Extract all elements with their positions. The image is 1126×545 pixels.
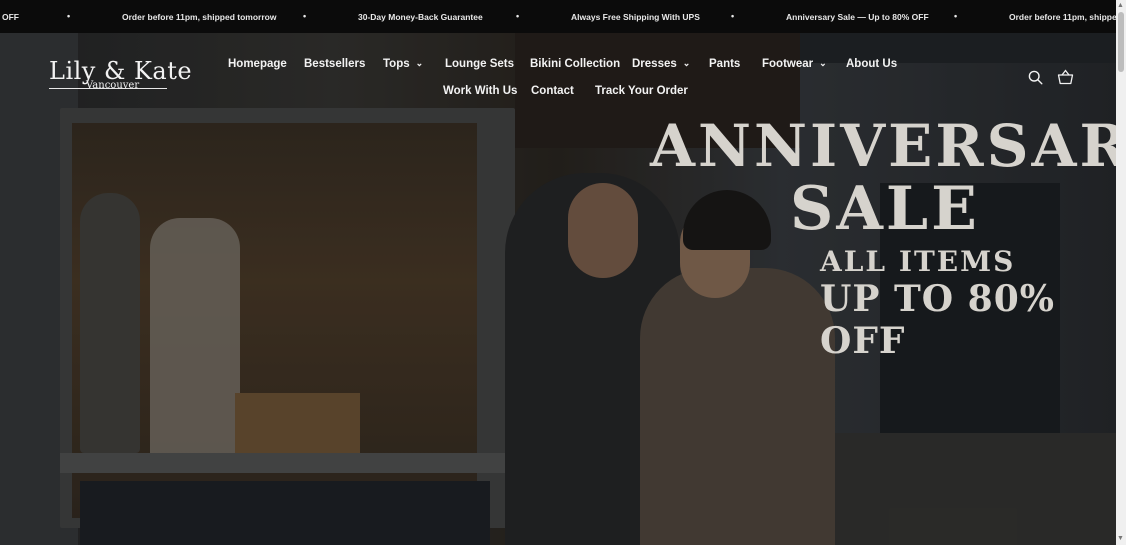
scrollbar-thumb[interactable] — [1118, 12, 1124, 72]
chevron-down-icon: ⌄ — [415, 58, 424, 68]
brand-location: Vancouver — [86, 80, 140, 91]
announcement-text: Anniversary Sale — Up to 80% OFF — [786, 12, 929, 22]
separator-dot: • — [303, 11, 307, 21]
separator-dot: • — [731, 11, 735, 21]
scroll-down-icon[interactable]: ▼ — [1117, 535, 1124, 542]
announcement-text: OFF — [2, 12, 19, 22]
nav-label: Homepage — [228, 58, 287, 70]
nav-label: Work With Us — [443, 85, 518, 97]
announcement-bar: OFF • Order before 11pm, shipped tomorro… — [0, 0, 1116, 33]
basket-icon[interactable] — [1057, 69, 1074, 90]
nav-tops[interactable]: Tops ⌄ — [383, 58, 423, 70]
page-scrollbar[interactable]: ▲ ▼ — [1116, 0, 1126, 545]
nav-label: Tops — [383, 58, 410, 70]
nav-label: Lounge Sets — [445, 58, 515, 70]
nav-work-with-us[interactable]: Work With Us — [443, 85, 517, 97]
announcement-text: 30-Day Money-Back Guarantee — [358, 12, 483, 22]
nav-label: Bikini Collection — [530, 58, 621, 70]
separator-dot: • — [516, 11, 520, 21]
hero-title-sale: SALE — [790, 174, 980, 244]
nav-label: About Us — [846, 58, 898, 70]
hero-discount: UP TO 80% OFF — [820, 278, 1055, 362]
nav-track-your-order[interactable]: Track Your Order — [595, 85, 688, 97]
nav-pants[interactable]: Pants — [709, 58, 740, 70]
announcement-text: Order before 11pm, shipped tom — [1009, 12, 1116, 22]
nav-label: Dresses — [632, 58, 677, 70]
nav-homepage[interactable]: Homepage — [228, 58, 287, 70]
chevron-down-icon: ⌄ — [819, 58, 827, 68]
search-icon[interactable] — [1028, 70, 1043, 90]
nav-footwear[interactable]: Footwear ⌄ — [762, 58, 827, 70]
separator-dot: • — [954, 11, 958, 21]
hero-title-anniversary: ANNIVERSARY — [650, 112, 1126, 180]
hero-subtitle-all-items: ALL ITEMS — [820, 245, 1016, 278]
nav-dresses[interactable]: Dresses ⌄ — [632, 58, 690, 70]
nav-lounge-sets[interactable]: Lounge Sets — [445, 58, 514, 70]
brand-logo[interactable]: Lily & Kate Vancouver — [49, 58, 192, 91]
nav-label: Pants — [709, 58, 741, 70]
nav-label: Footwear — [762, 58, 814, 70]
announcement-text: Always Free Shipping With UPS — [571, 12, 700, 22]
announcement-text: Order before 11pm, shipped tomorrow — [122, 12, 277, 22]
nav-label: Track Your Order — [595, 85, 688, 97]
nav-contact[interactable]: Contact — [531, 85, 574, 97]
nav-about-us[interactable]: About Us — [846, 58, 897, 70]
nav-bestsellers[interactable]: Bestsellers — [304, 58, 365, 70]
scroll-up-icon[interactable]: ▲ — [1117, 2, 1124, 9]
separator-dot: • — [67, 11, 71, 21]
nav-bikini-collection[interactable]: Bikini Collection — [530, 58, 620, 70]
chevron-down-icon: ⌄ — [682, 58, 691, 68]
nav-label: Bestsellers — [304, 58, 366, 70]
nav-label: Contact — [531, 85, 574, 97]
